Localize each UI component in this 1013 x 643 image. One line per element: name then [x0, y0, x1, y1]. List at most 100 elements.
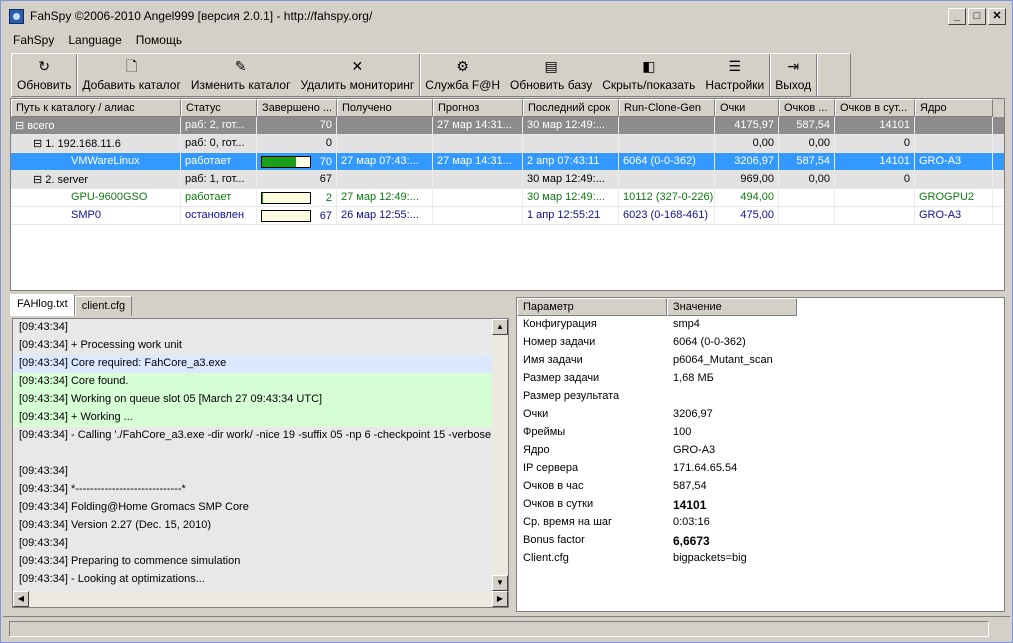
добавить-каталог-button[interactable]: 🗋 Добавить каталог [77, 54, 186, 96]
param-row[interactable]: Конфигурация smp4 [517, 316, 1004, 334]
служба-f-h-button[interactable]: ⚙ Служба F@H [420, 54, 505, 96]
column-header[interactable]: Получено [337, 99, 433, 117]
close-button[interactable]: ✕ [988, 8, 1006, 25]
cell-deadline [523, 135, 619, 152]
toolbar-label: Удалить мониторинг [300, 78, 415, 92]
param-row[interactable]: Имя задачи p6064_Mutant_scan [517, 352, 1004, 370]
column-header[interactable]: Последний срок [523, 99, 619, 117]
cell-points: 0,00 [715, 135, 779, 152]
menu-fahspy[interactable]: FahSpy [13, 33, 54, 47]
cell-forecast: 27 мар 14:31... [433, 117, 523, 134]
toolbar-group: ↻ Обновить [12, 54, 78, 96]
param-row[interactable]: Очков в час 587,54 [517, 478, 1004, 496]
table-row[interactable]: ⊟ всего раб: 2, гот... 70 27 мар 14:31... 30… [11, 117, 1004, 135]
cell-received [337, 171, 433, 188]
cell-forecast: 27 мар 14:31... [433, 153, 523, 170]
param-row[interactable]: Ср. время на шаг 0:03:16 [517, 514, 1004, 532]
param-name: Имя задачи [523, 354, 583, 366]
exit-icon: ⇥ [787, 58, 800, 74]
cell-pph: 0,00 [779, 135, 835, 152]
обновить-базу-button[interactable]: ▤ Обновить базу [505, 54, 597, 96]
param-row[interactable]: IP сервера 171.64.65.54 [517, 460, 1004, 478]
param-row[interactable]: Ядро GRO-A3 [517, 442, 1004, 460]
cell-done: 2 [257, 189, 337, 206]
scroll-down-icon[interactable]: ▼ [492, 575, 508, 591]
table-row[interactable]: VMWareLinux работает 70 27 мар 07:43:... 27 … [11, 153, 1004, 171]
column-header[interactable]: Ядро [915, 99, 993, 117]
cell-deadline: 1 апр 12:55:21 [523, 207, 619, 224]
log-vertical-scrollbar[interactable]: ▲ ▼ [492, 319, 508, 591]
cell-status: остановлен [181, 207, 257, 224]
progress-value: 67 [319, 209, 332, 222]
table-row[interactable]: ⊟ 2. server раб: 1, гот... 67 30 мар 12:49:… [11, 171, 1004, 189]
menu-language[interactable]: Language [68, 33, 121, 47]
cell-received [337, 117, 433, 134]
cell-forecast [433, 171, 523, 188]
column-header[interactable]: Путь к каталогу / алиас [11, 99, 181, 117]
param-row[interactable]: Очков в сутки 14101 [517, 496, 1004, 514]
param-row[interactable]: Client.cfg bigpackets=big [517, 550, 1004, 568]
param-value: 0:03:16 [673, 516, 710, 528]
param-row[interactable]: Размер задачи 1,68 МБ [517, 370, 1004, 388]
toolbar-group: ⇥ Выход [770, 54, 818, 96]
param-value: 3206,97 [673, 408, 713, 420]
column-header[interactable]: Прогноз [433, 99, 523, 117]
param-row[interactable]: Очки 3206,97 [517, 406, 1004, 424]
toolbar-label: Добавить каталог [82, 78, 181, 92]
скрыть-показать-button[interactable]: ◧ Скрыть/показать [597, 54, 700, 96]
table-row[interactable]: ⊟ 1. 192.168.11.6 раб: 0, гот... 0 0,00 0,00… [11, 135, 1004, 153]
выход-button[interactable]: ⇥ Выход [770, 54, 816, 96]
table-row[interactable]: GPU-9600GSO работает 2 27 мар 12:49:... 30 м… [11, 189, 1004, 207]
param-header-name[interactable]: Параметр [517, 298, 667, 316]
grid-body: ⊟ всего раб: 2, гот... 70 27 мар 14:31... 30… [11, 117, 1004, 225]
scroll-left-icon[interactable]: ◀ [13, 591, 29, 607]
scroll-right-icon[interactable]: ▶ [492, 591, 508, 607]
log-line: [09:43:34] - Looking at optimizations... [19, 573, 205, 585]
param-value: 1,68 МБ [673, 372, 714, 384]
progress-value: 2 [325, 191, 332, 204]
param-header-value[interactable]: Значение [667, 298, 797, 316]
column-header[interactable]: Run-Clone-Gen [619, 99, 715, 117]
log-horizontal-scrollbar[interactable]: ◀ ▶ [13, 591, 508, 607]
tab-fahlog[interactable]: FAHlog.txt [10, 294, 75, 316]
param-row[interactable]: Фреймы 100 [517, 424, 1004, 442]
cell-done: 0 [257, 135, 337, 152]
cell-ppd [835, 189, 915, 206]
обновить-button[interactable]: ↻ Обновить [12, 54, 76, 96]
param-row[interactable]: Размер результата [517, 388, 1004, 406]
cell-ppd: 0 [835, 135, 915, 152]
tab-client-cfg[interactable]: client.cfg [74, 296, 133, 316]
cell-rcg: 6064 (0-0-362) [619, 153, 715, 170]
param-row[interactable]: Номер задачи 6064 (0-0-362) [517, 334, 1004, 352]
cell-done: 70 [257, 117, 337, 134]
param-name: Конфигурация [523, 318, 597, 330]
column-header[interactable]: Очков в сут... [835, 99, 915, 117]
cell-path: GPU-9600GSO [11, 189, 181, 206]
cell-done: 67 [257, 207, 337, 224]
cell-core [915, 135, 993, 152]
param-value: 171.64.65.54 [673, 462, 738, 474]
cell-core: GRO-A3 [915, 153, 993, 170]
удалить-мониторинг-button[interactable]: ✕ Удалить мониторинг [295, 54, 419, 96]
cell-status: работает [181, 153, 257, 170]
minimize-button[interactable]: _ [948, 8, 966, 25]
delete-icon: ✕ [351, 58, 364, 74]
изменить-каталог-button[interactable]: ✎ Изменить каталог [186, 54, 296, 96]
cell-received: 26 мар 12:55:... [337, 207, 433, 224]
column-header[interactable]: Очков ... [779, 99, 835, 117]
param-row[interactable]: Bonus factor 6,6673 [517, 532, 1004, 550]
table-row[interactable]: SMP0 остановлен 67 26 мар 12:55:... 1 апр 12… [11, 207, 1004, 225]
maximize-button[interactable]: □ [968, 8, 986, 25]
column-header[interactable]: Завершено ... [257, 99, 337, 117]
column-header[interactable]: Очки [715, 99, 779, 117]
menu-help[interactable]: Помощь [136, 33, 182, 47]
scroll-up-icon[interactable]: ▲ [492, 319, 508, 335]
settings-icon: ☰ [728, 58, 742, 74]
menu-bar: FahSpy Language Помощь [3, 30, 1010, 49]
cell-core [915, 171, 993, 188]
title-bar[interactable]: FahSpy ©2006-2010 Angel999 [версия 2.0.1… [3, 3, 1010, 29]
monitor-grid: Путь к каталогу / алиас Статус Завершено .… [10, 98, 1005, 291]
log-view[interactable]: [09:43:34] [09:43:34] + Processing work u… [12, 318, 509, 608]
настройки-button[interactable]: ☰ Настройки [700, 54, 769, 96]
column-header[interactable]: Статус [181, 99, 257, 117]
